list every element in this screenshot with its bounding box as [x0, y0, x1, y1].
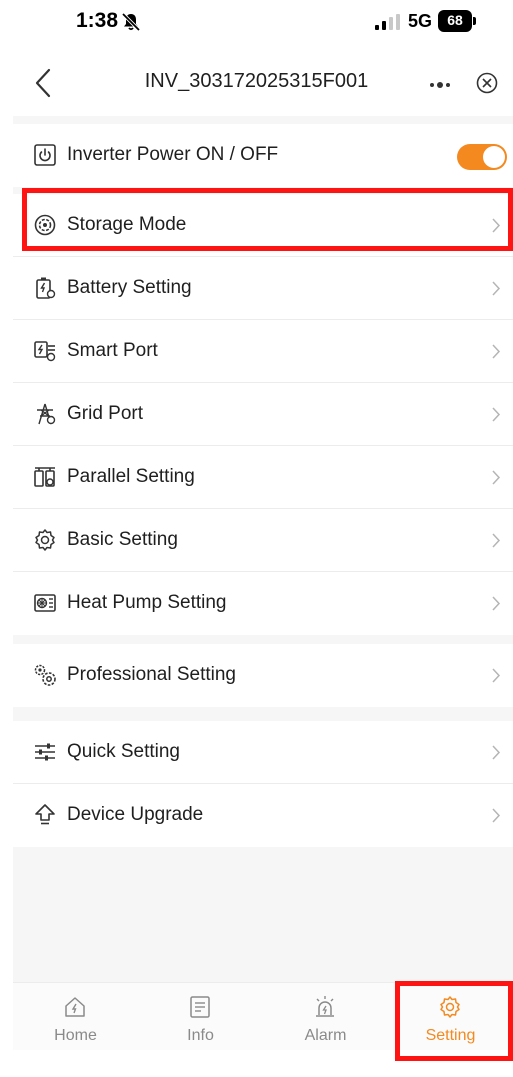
quick-setting-label: Quick Setting — [67, 741, 180, 762]
device-upgrade-row[interactable]: Device Upgrade — [13, 784, 513, 847]
chevron-right-icon — [492, 668, 501, 683]
device-upgrade-label: Device Upgrade — [67, 804, 204, 825]
heat-pump-icon — [34, 594, 56, 612]
heat-pump-setting-label: Heat Pump Setting — [67, 592, 227, 613]
home-indicator-area — [0, 1050, 513, 1077]
info-document-icon — [190, 996, 210, 1018]
battery-setting-label: Battery Setting — [67, 277, 192, 298]
upgrade-arrow-icon — [35, 804, 55, 825]
tab-setting-label: Setting — [425, 1027, 476, 1044]
tab-home[interactable]: Home — [13, 983, 138, 1051]
status-time: 1:38 — [76, 9, 119, 32]
heat-pump-setting-row[interactable]: Heat Pump Setting — [13, 572, 513, 635]
professional-setting-label: Professional Setting — [67, 664, 236, 685]
chevron-right-icon — [492, 344, 501, 359]
home-icon — [65, 997, 85, 1017]
tab-alarm[interactable]: Alarm — [263, 983, 388, 1051]
power-label: Inverter Power ON / OFF — [67, 144, 279, 165]
professional-setting-row[interactable]: Professional Setting — [13, 644, 513, 707]
close-circle-icon[interactable] — [476, 72, 498, 94]
chevron-right-icon — [492, 470, 501, 485]
more-dots-icon[interactable] — [428, 81, 452, 89]
battery-setting-icon — [36, 277, 56, 299]
bottom-tab-bar: Home Info Alarm Setting — [13, 982, 513, 1050]
power-group: Inverter Power ON / OFF — [13, 124, 513, 187]
tab-home-label: Home — [54, 1027, 97, 1044]
parallel-setting-label: Parallel Setting — [67, 466, 195, 487]
chevron-right-icon — [492, 281, 501, 296]
double-gear-icon — [34, 664, 56, 686]
network-type: 5G — [408, 11, 433, 31]
storage-mode-icon — [34, 214, 56, 236]
gear-icon — [440, 996, 460, 1018]
gear-icon — [35, 529, 55, 551]
tab-alarm-label: Alarm — [304, 1027, 347, 1044]
basic-setting-label: Basic Setting — [67, 529, 178, 550]
main-settings-group: Storage Mode Battery Setting Smart Port … — [13, 194, 513, 635]
grid-port-row[interactable]: Grid Port — [13, 383, 513, 446]
chevron-right-icon — [492, 745, 501, 760]
chevron-right-icon — [492, 533, 501, 548]
smart-port-icon — [34, 341, 56, 362]
tools-group: Quick Setting Device Upgrade — [13, 721, 513, 847]
basic-setting-row[interactable]: Basic Setting — [13, 509, 513, 572]
settings-list: Inverter Power ON / OFF Storage Mode Bat… — [13, 116, 513, 982]
power-toggle-switch[interactable] — [457, 144, 507, 170]
status-bar: 1:38 5G 68 — [0, 0, 513, 50]
chevron-right-icon — [492, 596, 501, 611]
power-toggle-row: Inverter Power ON / OFF — [13, 124, 513, 187]
app-screen: 1:38 5G 68 INV_303172025315F001 Inverter… — [0, 0, 513, 1077]
power-icon — [34, 144, 56, 166]
parallel-setting-icon — [34, 467, 55, 487]
smart-port-label: Smart Port — [67, 340, 158, 361]
chevron-right-icon — [492, 808, 501, 823]
navigation-bar: INV_303172025315F001 — [0, 50, 513, 116]
tab-info[interactable]: Info — [138, 983, 263, 1051]
battery-level: 68 — [447, 12, 463, 28]
tab-setting[interactable]: Setting — [388, 983, 513, 1051]
storage-mode-row[interactable]: Storage Mode — [13, 194, 513, 257]
bell-muted-icon — [121, 12, 141, 32]
grid-port-label: Grid Port — [67, 403, 144, 424]
alarm-siren-icon — [316, 996, 334, 1017]
storage-mode-label: Storage Mode — [67, 214, 187, 235]
grid-port-icon — [37, 403, 56, 425]
quick-setting-row[interactable]: Quick Setting — [13, 721, 513, 784]
cell-signal-icon — [375, 14, 400, 30]
parallel-setting-row[interactable]: Parallel Setting — [13, 446, 513, 509]
chevron-right-icon — [492, 407, 501, 422]
battery-setting-row[interactable]: Battery Setting — [13, 257, 513, 320]
chevron-right-icon — [492, 218, 501, 233]
tab-info-label: Info — [187, 1027, 214, 1044]
battery-indicator: 68 — [438, 10, 478, 32]
professional-group: Professional Setting — [13, 644, 513, 707]
sliders-icon — [35, 743, 55, 761]
smart-port-row[interactable]: Smart Port — [13, 320, 513, 383]
